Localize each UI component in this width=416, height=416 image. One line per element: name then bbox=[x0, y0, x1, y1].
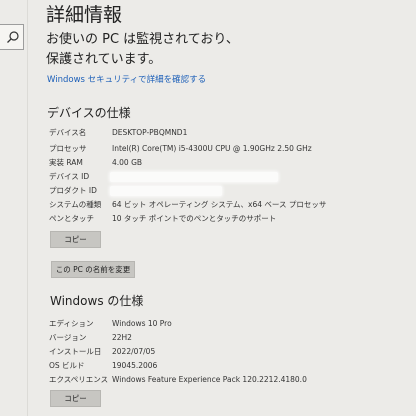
spec-label: OS ビルド bbox=[49, 361, 85, 370]
spec-value: 2022/07/05 bbox=[112, 347, 156, 356]
windows-security-link[interactable]: Windows セキュリティで詳細を確認する bbox=[47, 73, 206, 85]
spec-value: Intel(R) Core(TM) i5-4300U CPU @ 1.90GHz… bbox=[112, 144, 312, 153]
windows-specs-heading: Windows の仕様 bbox=[50, 294, 144, 308]
spec-label: システムの種類 bbox=[49, 200, 102, 209]
sidebar-divider bbox=[27, 0, 28, 416]
redacted-value bbox=[110, 172, 278, 182]
spec-value: Windows Feature Experience Pack 120.2212… bbox=[112, 375, 307, 384]
spec-value: DESKTOP-PBQMND1 bbox=[112, 128, 188, 137]
device-specs-heading: デバイスの仕様 bbox=[47, 106, 131, 120]
copy-device-specs-button[interactable]: コピー bbox=[50, 231, 101, 248]
spec-label: エクスペリエンス bbox=[49, 375, 109, 384]
spec-label: エディション bbox=[49, 319, 94, 328]
spec-value: 64 ビット オペレーティング システム、x64 ベース プロセッサ bbox=[112, 200, 327, 209]
copy-windows-specs-button[interactable]: コピー bbox=[50, 390, 101, 407]
spec-row-device-id: デバイス ID bbox=[49, 171, 289, 183]
spec-value: 10 タッチ ポイントでのペンとタッチのサポート bbox=[112, 214, 277, 223]
rename-pc-button[interactable]: この PC の名前を変更 bbox=[51, 261, 135, 278]
spec-label: 実装 RAM bbox=[49, 158, 83, 167]
spec-label: デバイス ID bbox=[49, 172, 90, 181]
spec-value: 19045.2006 bbox=[112, 361, 158, 370]
protection-status-text: お使いの PC は監視されており、保護されています。 bbox=[46, 32, 239, 67]
spec-row-product-id: プロダクト ID bbox=[49, 185, 289, 197]
spec-label: プロセッサ bbox=[49, 144, 87, 153]
spec-label: インストール日 bbox=[49, 347, 102, 356]
redacted-value bbox=[110, 186, 222, 196]
spec-label: プロダクト ID bbox=[49, 186, 97, 195]
spec-label: デバイス名 bbox=[49, 128, 87, 137]
page-title: 詳細情報 bbox=[46, 4, 123, 26]
search-icon bbox=[7, 31, 19, 43]
spec-value: 22H2 bbox=[112, 333, 132, 342]
search-box[interactable] bbox=[0, 24, 24, 50]
spec-value: 4.00 GB bbox=[112, 158, 143, 167]
spec-value: Windows 10 Pro bbox=[112, 319, 172, 328]
spec-label: ペンとタッチ bbox=[49, 214, 94, 223]
spec-label: バージョン bbox=[49, 333, 87, 342]
